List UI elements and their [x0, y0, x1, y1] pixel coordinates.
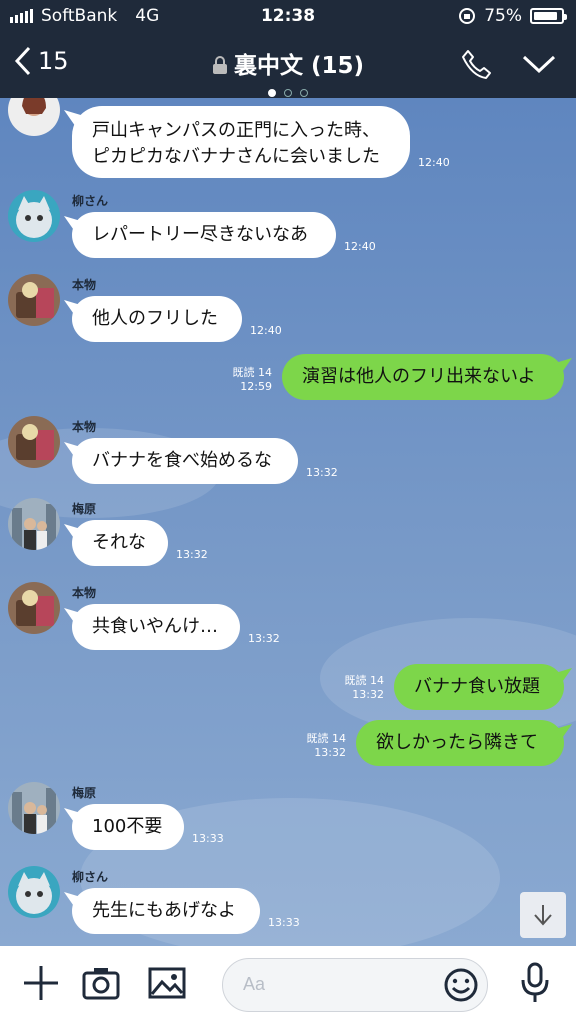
message-bubble[interactable]: 戸山キャンパスの正門に入った時、ピカピカなバナナさんに会いました: [72, 106, 410, 178]
scroll-down-icon: [534, 905, 552, 926]
message-time: 13:32: [306, 466, 338, 479]
read-receipt: 既読 14 13:32: [306, 732, 347, 759]
message-bubble[interactable]: 100不要: [72, 804, 184, 850]
message-bubble[interactable]: それな: [72, 520, 168, 566]
read-receipt: 既読 14 13:32: [344, 674, 385, 701]
mic-icon[interactable]: [518, 962, 552, 1004]
avatar[interactable]: [8, 274, 60, 326]
chat-header: 15 裏中文 (15): [0, 32, 576, 98]
chat-title-text: 裏中文 (15): [233, 53, 365, 79]
rotation-lock-icon: [459, 8, 476, 24]
sender-name: 本物: [72, 278, 97, 292]
message-bubble[interactable]: 先生にもあげなよ: [72, 888, 260, 934]
lock-icon: [212, 56, 227, 74]
sender-name: 柳さん: [72, 194, 109, 208]
message-bubble[interactable]: バナナ食い放題: [394, 664, 564, 710]
camera-icon[interactable]: [82, 964, 120, 1002]
sender-name: 梅原: [72, 786, 97, 800]
battery-percent: 75%: [484, 6, 522, 26]
message-time: 13:32: [176, 548, 208, 561]
input-placeholder: Aa: [243, 974, 266, 994]
status-bar: SoftBank 4G 12:38 75%: [0, 0, 576, 32]
read-receipt: 既読 14 12:59: [232, 366, 273, 393]
message-time: 13:32: [248, 632, 280, 645]
sender-name: 本物: [72, 420, 97, 434]
scroll-to-bottom-button[interactable]: [520, 892, 566, 938]
avatar[interactable]: [8, 866, 60, 918]
avatar[interactable]: [8, 498, 60, 550]
emoji-icon[interactable]: [443, 967, 479, 1003]
message-input[interactable]: Aa: [222, 958, 488, 1012]
input-bar: Aa: [0, 946, 576, 1024]
sender-name: 梅原: [72, 502, 97, 516]
avatar[interactable]: [8, 416, 60, 468]
battery-icon: [530, 8, 567, 24]
message-bubble[interactable]: 欲しかったら隣きて: [356, 720, 564, 766]
message-time: 13:33: [192, 832, 224, 845]
message-time: 12:40: [250, 324, 282, 337]
avatar[interactable]: [8, 190, 60, 242]
message-bubble[interactable]: 演習は他人のフリ出来ないよ: [282, 354, 564, 400]
avatar[interactable]: [8, 582, 60, 634]
message-time: 12:40: [418, 156, 450, 169]
plus-icon[interactable]: [22, 964, 60, 1002]
avatar[interactable]: [8, 782, 60, 834]
message-bubble[interactable]: レパートリー尽きないなあ: [72, 212, 336, 258]
message-time: 13:33: [268, 916, 300, 929]
message-bubble[interactable]: 共食いやんけ…: [72, 604, 240, 650]
message-bubble[interactable]: バナナを食べ始めるな: [72, 438, 298, 484]
sender-name: 柳さん: [72, 870, 109, 884]
phone-icon[interactable]: [460, 48, 492, 80]
chevron-down-icon[interactable]: [522, 54, 556, 74]
sender-name: 本物: [72, 586, 97, 600]
image-icon[interactable]: [148, 964, 186, 1002]
avatar[interactable]: [8, 98, 60, 136]
message-bubble[interactable]: 他人のフリした: [72, 296, 242, 342]
message-list[interactable]: 戸山キャンパスの正門に入った時、ピカピカなバナナさんに会いました 12:40 柳…: [0, 98, 576, 946]
message-time: 12:40: [344, 240, 376, 253]
